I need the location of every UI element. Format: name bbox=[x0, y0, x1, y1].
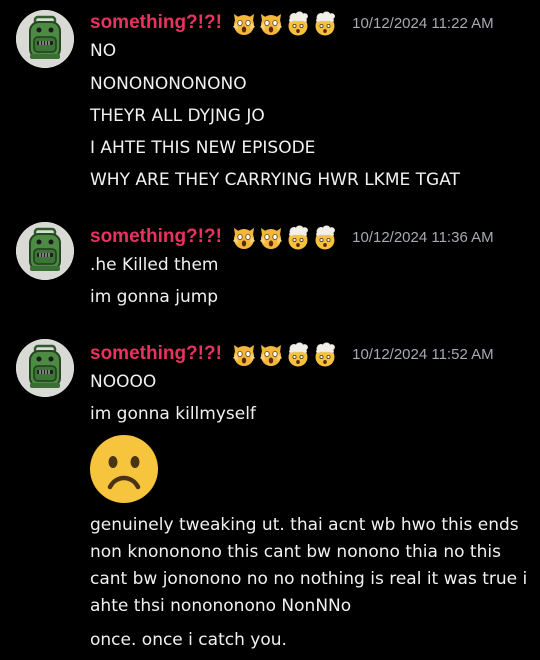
scream-cat-emoji-icon bbox=[231, 341, 257, 367]
name-emojis bbox=[231, 10, 339, 36]
message-header: something?!?! 10/12/2024 11:36 AM bbox=[90, 224, 494, 250]
message-text: I AHTE THIS NEW EPISODE bbox=[90, 138, 316, 158]
avatar[interactable] bbox=[16, 339, 74, 397]
username[interactable]: something?!?! bbox=[90, 343, 222, 365]
message-text: NOOOO bbox=[90, 372, 157, 392]
frowning-face-emoji-icon bbox=[88, 433, 160, 505]
exploding-head-emoji-icon bbox=[312, 341, 338, 367]
message-text: THEYR ALL DYJNG JO bbox=[90, 106, 265, 126]
message-text: im gonna killmyself bbox=[90, 404, 256, 424]
exploding-head-emoji-icon bbox=[285, 224, 311, 250]
message-text: once. once i catch you. bbox=[90, 630, 287, 650]
timestamp: 10/12/2024 11:22 AM bbox=[352, 14, 494, 32]
name-emojis bbox=[231, 341, 339, 367]
scream-cat-emoji-icon bbox=[231, 224, 257, 250]
message-text: WHY ARE THEY CARRYING HWR LKME TGAT bbox=[90, 170, 460, 190]
message-text: .he Killed them bbox=[90, 255, 219, 275]
scream-cat-emoji-icon bbox=[258, 224, 284, 250]
backpack-avatar-icon bbox=[16, 10, 74, 68]
exploding-head-emoji-icon bbox=[312, 10, 338, 36]
timestamp: 10/12/2024 11:52 AM bbox=[352, 345, 494, 363]
username[interactable]: something?!?! bbox=[90, 12, 222, 34]
message-text: NO bbox=[90, 41, 117, 61]
message-header: something?!?! 10/12/2024 11:52 AM bbox=[90, 341, 494, 367]
message-text: NONONONONONO bbox=[90, 74, 247, 94]
name-emojis bbox=[231, 224, 339, 250]
scream-cat-emoji-icon bbox=[231, 10, 257, 36]
username[interactable]: something?!?! bbox=[90, 226, 222, 248]
backpack-avatar-icon bbox=[16, 222, 74, 280]
exploding-head-emoji-icon bbox=[285, 341, 311, 367]
message-header: something?!?! 10/12/2024 11:22 AM bbox=[90, 10, 494, 36]
scream-cat-emoji-icon bbox=[258, 341, 284, 367]
avatar[interactable] bbox=[16, 222, 74, 280]
timestamp: 10/12/2024 11:36 AM bbox=[352, 228, 494, 246]
exploding-head-emoji-icon bbox=[312, 224, 338, 250]
avatar[interactable] bbox=[16, 10, 74, 68]
exploding-head-emoji-icon bbox=[285, 10, 311, 36]
backpack-avatar-icon bbox=[16, 339, 74, 397]
message-text: genuinely tweaking ut. thai acnt wb hwo … bbox=[90, 515, 528, 616]
scream-cat-emoji-icon bbox=[258, 10, 284, 36]
message-text: im gonna jump bbox=[90, 287, 219, 307]
